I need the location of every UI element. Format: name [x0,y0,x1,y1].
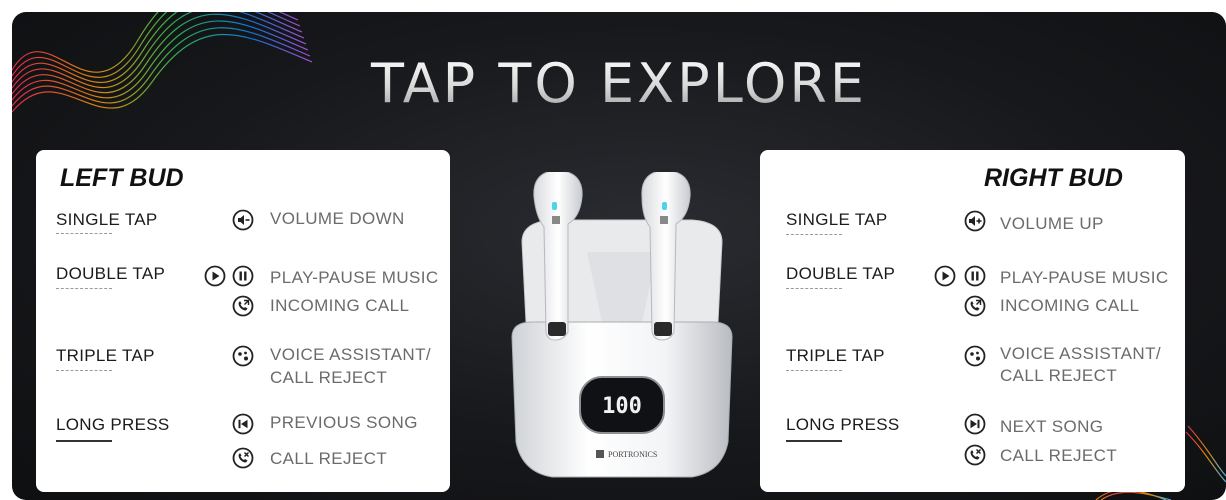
triple-tap-indicator [56,370,112,371]
brand-logo-text: PORTRONICS [608,450,657,459]
left-double-tap-function-1: PLAY-PAUSE MUSIC [270,268,439,287]
left-double-tap-label: DOUBLE TAP [56,264,166,283]
volume-up-icon [964,210,986,232]
single-tap-indicator [786,234,842,235]
right-double-tap-label: DOUBLE TAP [786,264,896,283]
banner: TAP TO EXPLORE LEFT BUD SINGLE TAP VOLUM… [12,12,1226,500]
battery-display: 100 [602,394,642,419]
pause-icon [232,265,254,287]
earbuds-case-image: 100 PORTRONICS [511,172,733,478]
volume-down-icon [232,209,254,231]
call-reject-icon [964,444,986,466]
double-tap-indicator [56,288,112,289]
right-long-press-function-2: CALL REJECT [1000,446,1118,465]
next-song-icon [964,413,986,435]
right-bud-heading: RIGHT BUD [984,164,1123,192]
single-tap-indicator [56,233,112,234]
triple-tap-indicator [786,370,842,371]
right-single-tap-function: VOLUME UP [1000,214,1104,233]
incoming-call-icon [232,295,254,317]
right-long-press-function-1: NEXT SONG [1000,417,1104,436]
page-title: TAP TO EXPLORE [12,52,1226,115]
long-press-indicator [56,440,112,442]
voice-assistant-icon [964,345,986,367]
right-double-tap-function-2: INCOMING CALL [1000,296,1140,315]
left-long-press-function-1: PREVIOUS SONG [270,413,418,432]
double-tap-indicator [786,288,842,289]
long-press-indicator [786,440,842,442]
right-bud-card: RIGHT BUD SINGLE TAP VOLUME UP DOUBLE TA… [760,150,1185,492]
left-long-press-label: LONG PRESS [56,415,170,434]
incoming-call-icon [964,295,986,317]
left-bud-heading: LEFT BUD [60,164,184,192]
left-bud-card: LEFT BUD SINGLE TAP VOLUME DOWN DOUBLE T… [36,150,450,492]
left-double-tap-function-2: INCOMING CALL [270,296,410,315]
previous-song-icon [232,413,254,435]
voice-assistant-icon [232,345,254,367]
right-triple-tap-label: TRIPLE TAP [786,346,885,365]
call-reject-icon [232,447,254,469]
right-long-press-label: LONG PRESS [786,415,900,434]
right-single-tap-label: SINGLE TAP [786,210,888,229]
left-triple-tap-function-line2: CALL REJECT [270,368,388,387]
right-double-tap-function-1: PLAY-PAUSE MUSIC [1000,268,1169,287]
left-single-tap-label: SINGLE TAP [56,210,158,229]
left-single-tap-function: VOLUME DOWN [270,209,405,228]
right-triple-tap-function-line2: CALL REJECT [1000,366,1118,385]
pause-icon [964,265,986,287]
play-icon [204,265,226,287]
left-triple-tap-function-line1: VOICE ASSISTANT/ [270,345,432,364]
left-long-press-function-2: CALL REJECT [270,449,388,468]
right-triple-tap-function-line1: VOICE ASSISTANT/ [1000,344,1162,363]
play-icon [934,265,956,287]
left-triple-tap-label: TRIPLE TAP [56,346,155,365]
